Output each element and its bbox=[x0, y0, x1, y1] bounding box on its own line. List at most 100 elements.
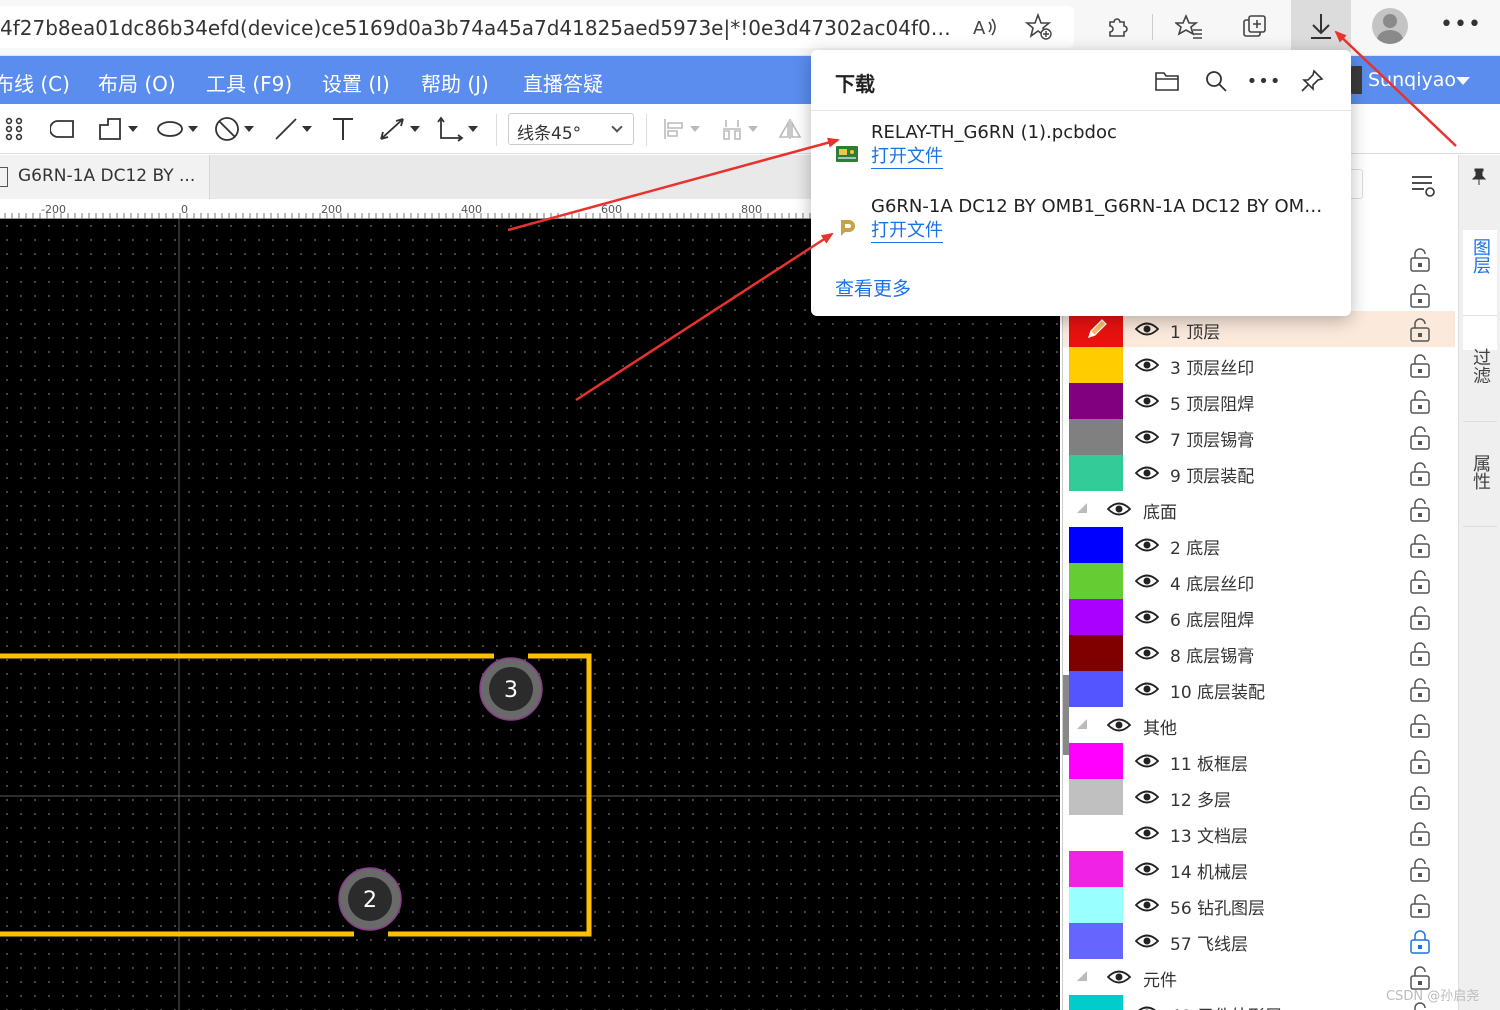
visibility-eye-icon[interactable] bbox=[1134, 825, 1160, 841]
visibility-eye-icon[interactable] bbox=[1134, 573, 1160, 589]
layer-settings-icon[interactable] bbox=[1409, 171, 1437, 203]
lock-icon[interactable] bbox=[1409, 353, 1431, 379]
layer-row[interactable]: 5 顶层阻焊 bbox=[1063, 383, 1455, 419]
layer-color-swatch[interactable] bbox=[1069, 599, 1123, 635]
visibility-eye-icon[interactable] bbox=[1134, 753, 1160, 769]
lock-icon[interactable] bbox=[1409, 569, 1431, 595]
visibility-eye-icon[interactable] bbox=[1134, 897, 1160, 913]
layer-row[interactable]: 7 顶层锡膏 bbox=[1063, 419, 1455, 455]
visibility-eye-icon[interactable] bbox=[1134, 645, 1160, 661]
layer-color-swatch[interactable] bbox=[1069, 851, 1123, 887]
layer-row[interactable]: 6 底层阻焊 bbox=[1063, 599, 1455, 635]
visibility-eye-icon[interactable] bbox=[1134, 357, 1160, 373]
visibility-eye-icon[interactable] bbox=[1134, 429, 1160, 445]
layer-color-swatch[interactable] bbox=[1069, 671, 1123, 707]
more-options-icon[interactable]: ••• bbox=[1247, 66, 1281, 96]
collapse-triangle-icon[interactable] bbox=[1077, 503, 1087, 513]
open-file-link[interactable]: 打开文件 bbox=[871, 220, 943, 243]
visibility-eye-icon[interactable] bbox=[1134, 321, 1160, 337]
panel-resize-handle[interactable] bbox=[1063, 675, 1069, 755]
download-item[interactable]: RELAY-TH_G6RN (1).pcbdoc 打开文件 bbox=[811, 122, 1351, 184]
lock-icon[interactable] bbox=[1409, 641, 1431, 667]
visibility-eye-icon[interactable] bbox=[1134, 609, 1160, 625]
lock-icon[interactable] bbox=[1409, 389, 1431, 415]
layer-color-swatch[interactable] bbox=[1069, 563, 1123, 599]
lock-icon[interactable] bbox=[1409, 425, 1431, 451]
menu-route[interactable]: 布线 (C) bbox=[0, 68, 70, 97]
lock-icon[interactable] bbox=[1409, 533, 1431, 559]
layer-row[interactable]: 8 底层锡膏 bbox=[1063, 635, 1455, 671]
visibility-eye-icon[interactable] bbox=[1106, 717, 1132, 733]
layer-row[interactable]: 56 钻孔图层 bbox=[1063, 887, 1455, 923]
layer-group-row[interactable]: 其他 bbox=[1063, 707, 1455, 743]
keepout-tool-icon[interactable] bbox=[214, 112, 254, 146]
visibility-eye-icon[interactable] bbox=[1134, 681, 1160, 697]
add-favorite-icon[interactable] bbox=[1022, 10, 1056, 44]
open-file-link[interactable]: 打开文件 bbox=[871, 146, 943, 169]
layer-color-swatch[interactable] bbox=[1069, 923, 1123, 959]
text-tool-icon[interactable] bbox=[330, 112, 356, 146]
layer-row[interactable]: 57 飞线层 bbox=[1063, 923, 1455, 959]
menu-settings[interactable]: 设置 (I) bbox=[322, 68, 390, 97]
lock-icon[interactable] bbox=[1409, 929, 1431, 955]
layer-color-swatch[interactable] bbox=[1069, 347, 1123, 383]
layer-color-swatch[interactable] bbox=[1069, 527, 1123, 563]
visibility-eye-icon[interactable] bbox=[1106, 501, 1132, 517]
flip-icon[interactable] bbox=[778, 112, 802, 146]
layer-row[interactable]: 2 底层 bbox=[1063, 527, 1455, 563]
layer-color-swatch[interactable] bbox=[1069, 995, 1123, 1010]
align-left-icon[interactable] bbox=[662, 112, 700, 146]
layer-row[interactable]: 3 顶层丝印 bbox=[1063, 347, 1455, 383]
layer-color-swatch[interactable] bbox=[1069, 635, 1123, 671]
pin-icon[interactable] bbox=[1471, 167, 1487, 189]
pad-tool-icon[interactable] bbox=[50, 112, 76, 146]
tab-properties[interactable]: 属性 bbox=[1463, 421, 1497, 527]
read-aloud-icon[interactable]: A bbox=[968, 10, 1002, 44]
visibility-eye-icon[interactable] bbox=[1134, 789, 1160, 805]
tab-filter[interactable]: 过滤 bbox=[1463, 315, 1497, 421]
visibility-eye-icon[interactable] bbox=[1134, 465, 1160, 481]
polygon-tool-icon[interactable] bbox=[98, 112, 138, 146]
extensions-icon[interactable] bbox=[1100, 10, 1134, 44]
line-tool-icon[interactable] bbox=[274, 112, 312, 146]
address-text[interactable]: 4f27b8ea01dc86b34efd(device)ce5169d0a3b7… bbox=[0, 16, 960, 40]
user-menu-caret-icon[interactable] bbox=[1456, 77, 1470, 85]
download-item[interactable]: G6RN-1A DC12 BY OMB1_G6RN-1A DC12 BY OMB… bbox=[811, 196, 1351, 258]
line-mode-select[interactable]: 线条45° bbox=[508, 113, 634, 145]
collapse-triangle-icon[interactable] bbox=[1077, 971, 1087, 981]
lock-icon[interactable] bbox=[1409, 893, 1431, 919]
collections-icon[interactable] bbox=[1238, 10, 1272, 44]
lock-icon[interactable] bbox=[1409, 461, 1431, 487]
lock-icon[interactable] bbox=[1409, 713, 1431, 739]
distribute-icon[interactable] bbox=[720, 112, 758, 146]
pcb-canvas[interactable]: 3 2 bbox=[0, 219, 1060, 1010]
lock-icon[interactable] bbox=[1409, 247, 1431, 277]
visibility-eye-icon[interactable] bbox=[1134, 537, 1160, 553]
lock-icon[interactable] bbox=[1409, 497, 1431, 523]
ellipse-tool-icon[interactable] bbox=[156, 112, 198, 146]
favorites-icon[interactable] bbox=[1172, 10, 1206, 44]
layer-row[interactable]: 9 顶层装配 bbox=[1063, 455, 1455, 491]
document-tab[interactable]: G6RN-1A DC12 BY ... bbox=[0, 155, 210, 199]
browser-more-icon[interactable]: ••• bbox=[1440, 12, 1482, 37]
menu-live-qa[interactable]: 直播答疑 bbox=[523, 68, 603, 97]
layer-color-swatch[interactable] bbox=[1069, 743, 1123, 779]
layer-color-swatch[interactable] bbox=[1069, 887, 1123, 923]
address-bar[interactable]: 4f27b8ea01dc86b34efd(device)ce5169d0a3b7… bbox=[0, 6, 1074, 48]
layer-group-row[interactable]: 底面 bbox=[1063, 491, 1455, 527]
lock-icon[interactable] bbox=[1409, 749, 1431, 775]
lock-icon[interactable] bbox=[1409, 677, 1431, 703]
visibility-eye-icon[interactable] bbox=[1134, 861, 1160, 877]
dimension-tool-icon[interactable] bbox=[378, 112, 420, 146]
see-more-link[interactable]: 查看更多 bbox=[835, 274, 911, 301]
lock-icon[interactable] bbox=[1409, 283, 1431, 313]
menu-layout[interactable]: 布局 (O) bbox=[98, 68, 176, 97]
search-icon[interactable] bbox=[1201, 66, 1231, 96]
layer-row[interactable]: 12 多层 bbox=[1063, 779, 1455, 815]
lock-icon[interactable] bbox=[1409, 821, 1431, 847]
pin-icon[interactable] bbox=[1297, 66, 1327, 96]
lock-icon[interactable] bbox=[1409, 605, 1431, 631]
lock-icon[interactable] bbox=[1409, 317, 1431, 343]
layer-color-swatch[interactable] bbox=[1069, 383, 1123, 419]
layer-color-swatch[interactable] bbox=[1069, 419, 1123, 455]
